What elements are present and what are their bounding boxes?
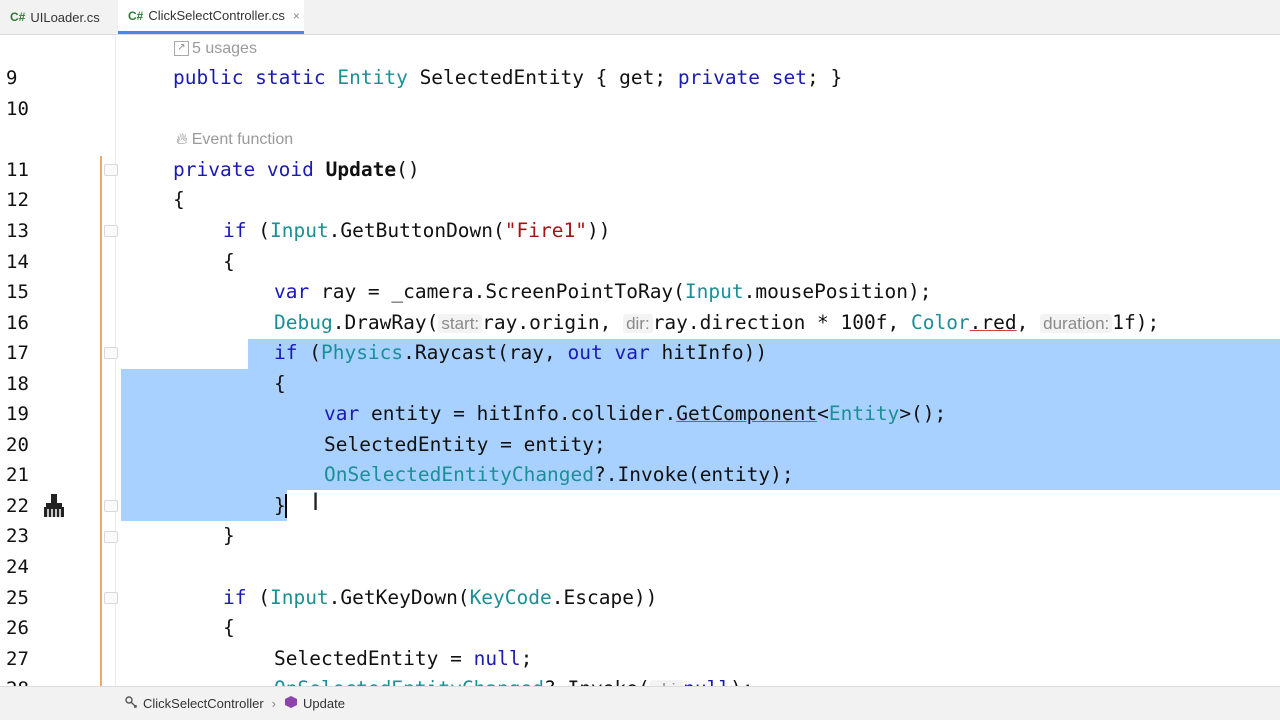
line-number: 11 [6, 159, 29, 181]
line-number: 15 [6, 281, 29, 303]
usages-hint[interactable]: ↗ 5 usages [174, 37, 257, 61]
fold-marker[interactable] [104, 164, 118, 176]
line-number: 16 [6, 312, 29, 334]
code-line-22[interactable]: } [274, 491, 286, 521]
csharp-file-icon: C# [10, 10, 26, 24]
tab-clickselectcontroller[interactable]: C# ClickSelectController.cs × [118, 0, 304, 34]
event-function-hint: 🔥︎ Event function [176, 131, 294, 148]
breadcrumb-bar: ClickSelectController › Update [0, 686, 1280, 720]
line-number: 20 [6, 434, 29, 456]
code-line-13[interactable]: if (Input.GetButtonDown("Fire1")) [223, 216, 610, 246]
code-line-21[interactable]: OnSelectedEntityChanged?.Invoke(entity); [324, 460, 794, 490]
breadcrumb-separator-icon: › [271, 696, 276, 711]
code-line-18[interactable]: { [274, 369, 286, 399]
fold-marker[interactable] [104, 531, 118, 543]
code-line-16[interactable]: Debug.DrawRay(start: ray.origin, dir: ray.… [274, 308, 1159, 339]
flame-icon: 🔥︎ [176, 131, 188, 148]
change-marker [100, 156, 102, 690]
csharp-file-icon: C# [128, 8, 144, 23]
parameter-hint: duration: [1040, 314, 1113, 333]
parameter-hint: dir: [623, 314, 653, 333]
code-line-14[interactable]: { [223, 247, 235, 277]
line-number: 12 [6, 189, 29, 211]
line-number: 23 [6, 525, 29, 547]
line-number: 26 [6, 617, 29, 639]
line-number: 27 [6, 648, 29, 670]
code-line-17[interactable]: if (Physics.Raycast(ray, out var hitInfo… [274, 338, 767, 368]
fold-marker[interactable] [104, 592, 118, 604]
line-number: 14 [6, 251, 29, 273]
code-line-25[interactable]: if (Input.GetKeyDown(KeyCode.Escape)) [223, 583, 657, 613]
line-number: 17 [6, 342, 29, 364]
tab-label: ClickSelectController.cs [148, 8, 285, 23]
fold-marker[interactable] [104, 225, 118, 237]
breadcrumb-class[interactable]: ClickSelectController [143, 696, 264, 711]
code-line-23[interactable]: } [223, 521, 235, 551]
close-icon[interactable]: × [293, 9, 300, 23]
text-caret [285, 494, 287, 518]
code-line-20[interactable]: SelectedEntity = entity; [324, 430, 606, 460]
line-number: 25 [6, 587, 29, 609]
fold-marker[interactable] [104, 500, 118, 512]
code-cleanup-icon[interactable] [40, 493, 68, 523]
method-icon [284, 695, 298, 712]
breadcrumb: ClickSelectController › Update [124, 695, 345, 712]
line-number: 24 [6, 556, 29, 578]
line-number: 10 [6, 98, 29, 120]
parameter-hint: start: [438, 314, 483, 333]
line-number: 9 [6, 67, 18, 89]
editor-tab-bar: C# UILoader.cs C# ClickSelectController.… [0, 0, 1280, 35]
external-link-icon: ↗ [174, 41, 189, 57]
line-number: 18 [6, 373, 29, 395]
code-line-12[interactable]: { [173, 185, 185, 215]
class-icon [124, 695, 138, 712]
fold-marker[interactable] [104, 347, 118, 359]
gutter-separator [115, 34, 116, 687]
breadcrumb-method[interactable]: Update [303, 696, 345, 711]
selection-highlight [121, 490, 287, 521]
line-number: 19 [6, 403, 29, 425]
mouse-ibeam-cursor: I [312, 488, 320, 516]
line-number: 21 [6, 464, 29, 486]
code-line-11[interactable]: private void Update() [173, 155, 420, 185]
code-line-27[interactable]: SelectedEntity = null; [274, 644, 532, 674]
tab-uiloader[interactable]: C# UILoader.cs [0, 0, 116, 34]
code-line-15[interactable]: var ray = _camera.ScreenPointToRay(Input… [274, 277, 931, 307]
tab-label: UILoader.cs [30, 9, 100, 25]
code-line-9[interactable]: public static Entity SelectedEntity { ge… [173, 63, 842, 93]
line-number: 13 [6, 220, 29, 242]
code-line-26[interactable]: { [223, 613, 235, 643]
line-number: 22 [6, 495, 29, 517]
code-line-19[interactable]: var entity = hitInfo.collider.GetCompone… [324, 399, 946, 429]
